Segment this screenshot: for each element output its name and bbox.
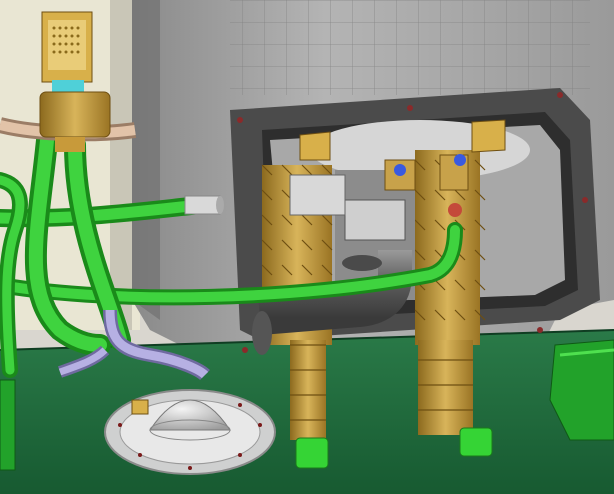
drain-cover (104, 389, 276, 475)
green-block-left (0, 379, 16, 471)
steel-pipe-end (184, 195, 224, 215)
cad-assembly-viewport (0, 0, 614, 494)
